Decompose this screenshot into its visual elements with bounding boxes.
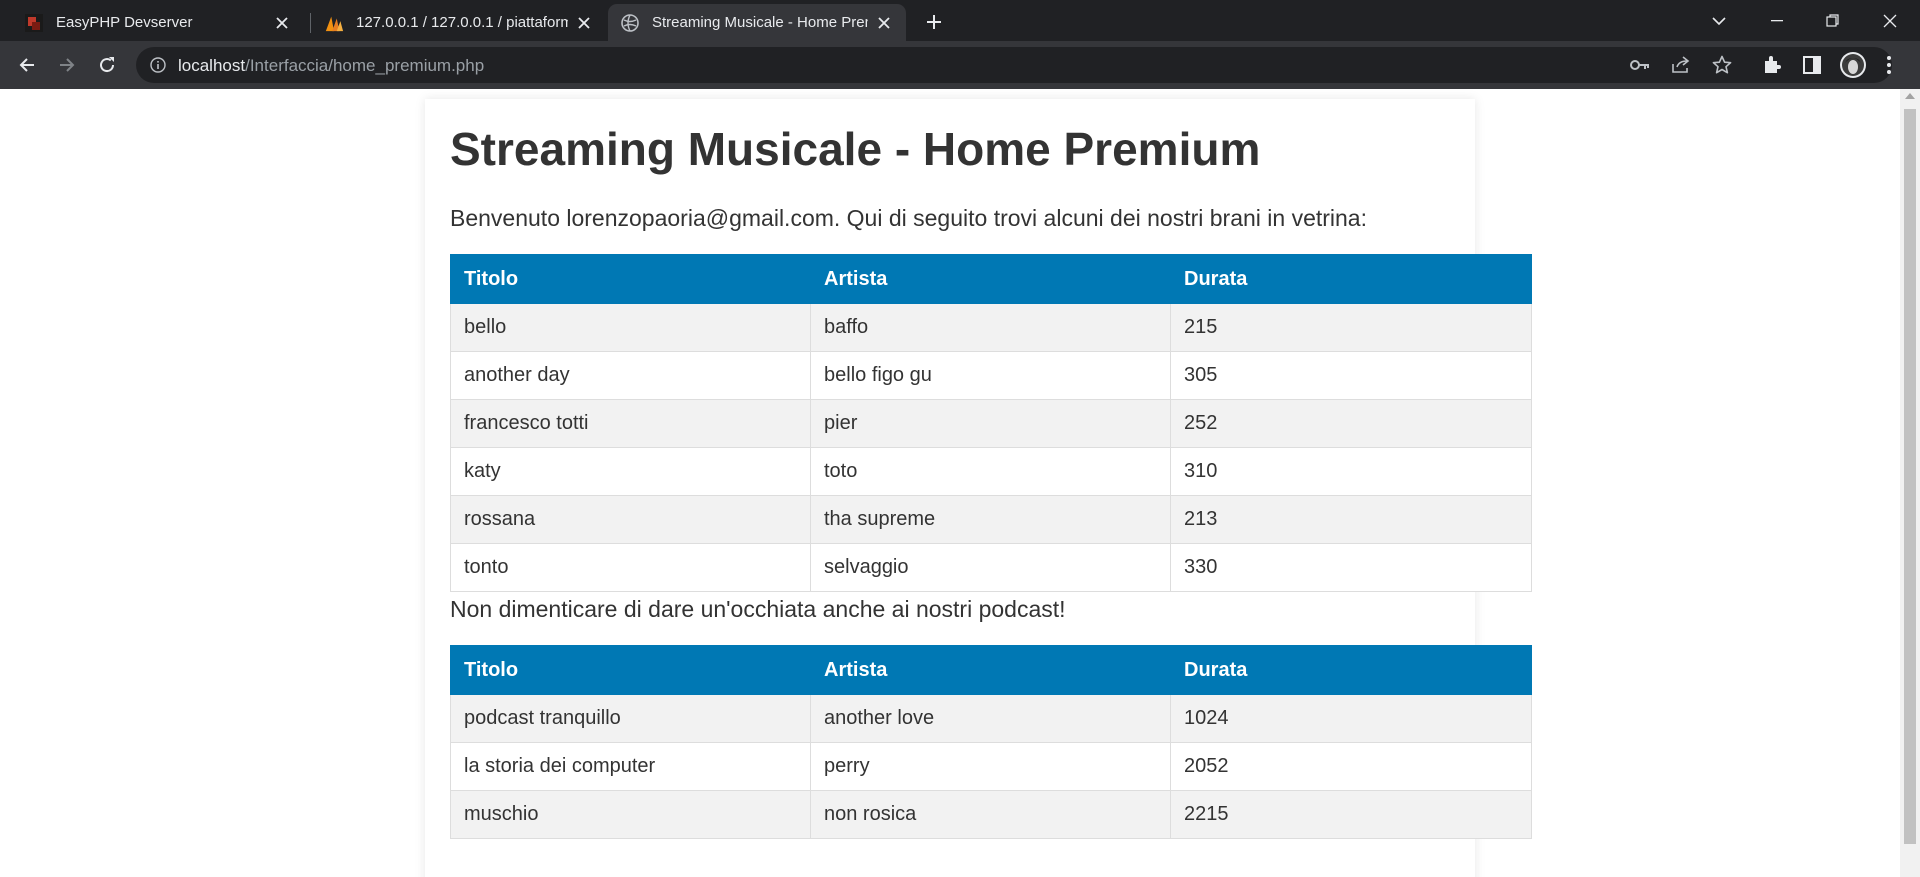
tab-easyphp[interactable]: EasyPHP Devserver	[12, 4, 304, 41]
cell-titolo: katy	[450, 447, 811, 496]
url-path: /Interfaccia/home_premium.php	[245, 56, 485, 75]
cell-durata: 215	[1170, 303, 1532, 352]
cell-titolo: muschio	[450, 790, 811, 839]
cell-durata: 310	[1170, 447, 1532, 496]
cell-durata: 2052	[1170, 742, 1532, 791]
phpmyadmin-icon	[324, 13, 344, 33]
table-row: rossana tha supreme 213	[450, 495, 1532, 544]
cell-durata: 330	[1170, 543, 1532, 592]
cell-artista: baffo	[810, 303, 1171, 352]
browser-toolbar: localhost/Interfaccia/home_premium.php	[0, 41, 1920, 89]
cell-durata: 1024	[1170, 694, 1532, 743]
globe-icon	[620, 13, 640, 33]
table-row: muschio non rosica 2215	[450, 790, 1532, 839]
close-tab-icon[interactable]	[574, 13, 594, 33]
tab-phpmyadmin[interactable]: 127.0.0.1 / 127.0.0.1 / piattaforma	[312, 4, 606, 41]
back-icon[interactable]	[11, 49, 43, 81]
tab-title: 127.0.0.1 / 127.0.0.1 / piattaforma	[356, 14, 568, 31]
cell-durata: 213	[1170, 495, 1532, 544]
cell-artista: pier	[810, 399, 1171, 448]
site-info-icon[interactable]	[148, 55, 168, 75]
scrollbar-thumb[interactable]	[1904, 109, 1916, 844]
tab-title: Streaming Musicale - Home Premium	[652, 14, 868, 31]
scroll-up-arrow-icon[interactable]	[1905, 93, 1915, 99]
page-title: Streaming Musicale - Home Premium	[450, 123, 1261, 175]
share-icon[interactable]	[1670, 54, 1692, 76]
forward-icon[interactable]	[51, 49, 83, 81]
column-header-artista: Artista	[810, 254, 1171, 304]
cell-titolo: la storia dei computer	[450, 742, 811, 791]
table-header-row: Titolo Artista Durata	[450, 254, 1532, 304]
tab-title: EasyPHP Devserver	[56, 14, 193, 31]
table-row: podcast tranquillo another love 1024	[450, 694, 1532, 743]
cell-durata: 305	[1170, 351, 1532, 400]
table-header-row: Titolo Artista Durata	[450, 645, 1532, 695]
table-row: tonto selvaggio 330	[450, 543, 1532, 592]
table-row: francesco totti pier 252	[450, 399, 1532, 448]
welcome-text: Benvenuto lorenzopaoria@gmail.com. Qui d…	[450, 205, 1367, 231]
url-host: localhost	[178, 56, 246, 75]
minimize-icon[interactable]	[1749, 0, 1805, 41]
content-card: Streaming Musicale - Home Premium Benven…	[425, 99, 1532, 877]
table-row: la storia dei computer perry 2052	[450, 742, 1532, 791]
cell-artista: non rosica	[810, 790, 1171, 839]
cell-titolo: francesco totti	[450, 399, 811, 448]
page-viewport: Streaming Musicale - Home Premium Benven…	[0, 89, 1900, 877]
podcast-intro-text: Non dimenticare di dare un'occhiata anch…	[450, 596, 1066, 622]
cell-artista: tha supreme	[810, 495, 1171, 544]
cell-titolo: rossana	[450, 495, 811, 544]
browser-tab-bar: EasyPHP Devserver 127.0.0.1 / 127.0.0.1 …	[0, 0, 1920, 41]
table-row: another day bello figo gu 305	[450, 351, 1532, 400]
new-tab-button[interactable]	[920, 8, 948, 36]
close-tab-icon[interactable]	[874, 13, 894, 33]
column-header-artista: Artista	[810, 645, 1171, 695]
column-header-titolo: Titolo	[450, 645, 811, 695]
column-header-titolo: Titolo	[450, 254, 811, 304]
url-text[interactable]: localhost/Interfaccia/home_premium.php	[178, 56, 484, 76]
cell-artista: perry	[810, 742, 1171, 791]
cell-titolo: another day	[450, 351, 811, 400]
cell-titolo: bello	[450, 303, 811, 352]
restore-icon[interactable]	[1805, 0, 1861, 41]
extensions-icon[interactable]	[1759, 52, 1785, 78]
close-tab-icon[interactable]	[272, 13, 292, 33]
table-row: bello baffo 215	[450, 303, 1532, 352]
chrome-menu-icon[interactable]	[1876, 52, 1902, 78]
cell-artista: selvaggio	[810, 543, 1171, 592]
reload-icon[interactable]	[91, 49, 123, 81]
cell-durata: 2215	[1170, 790, 1532, 839]
column-header-durata: Durata	[1170, 645, 1532, 695]
address-bar[interactable]: localhost/Interfaccia/home_premium.php	[136, 47, 1892, 83]
cell-durata: 252	[1170, 399, 1532, 448]
tab-search-icon[interactable]	[1691, 0, 1747, 41]
page-scrollbar[interactable]	[1900, 89, 1920, 877]
cell-titolo: tonto	[450, 543, 811, 592]
cell-artista: bello figo gu	[810, 351, 1171, 400]
cell-artista: toto	[810, 447, 1171, 496]
column-header-durata: Durata	[1170, 254, 1532, 304]
songs-table: Titolo Artista Durata bello baffo 215 an…	[450, 254, 1532, 592]
close-window-icon[interactable]	[1862, 0, 1918, 41]
tab-streaming-musicale[interactable]: Streaming Musicale - Home Premium	[608, 4, 906, 41]
table-row: katy toto 310	[450, 447, 1532, 496]
profile-avatar-icon[interactable]	[1838, 50, 1868, 80]
bookmark-star-icon[interactable]	[1711, 54, 1733, 76]
easyphp-icon	[24, 13, 44, 33]
tab-separator	[310, 13, 311, 33]
cell-artista: another love	[810, 694, 1171, 743]
side-panel-icon[interactable]	[1799, 52, 1825, 78]
podcasts-table: Titolo Artista Durata podcast tranquillo…	[450, 645, 1532, 839]
cell-titolo: podcast tranquillo	[450, 694, 811, 743]
key-icon[interactable]	[1629, 54, 1651, 76]
